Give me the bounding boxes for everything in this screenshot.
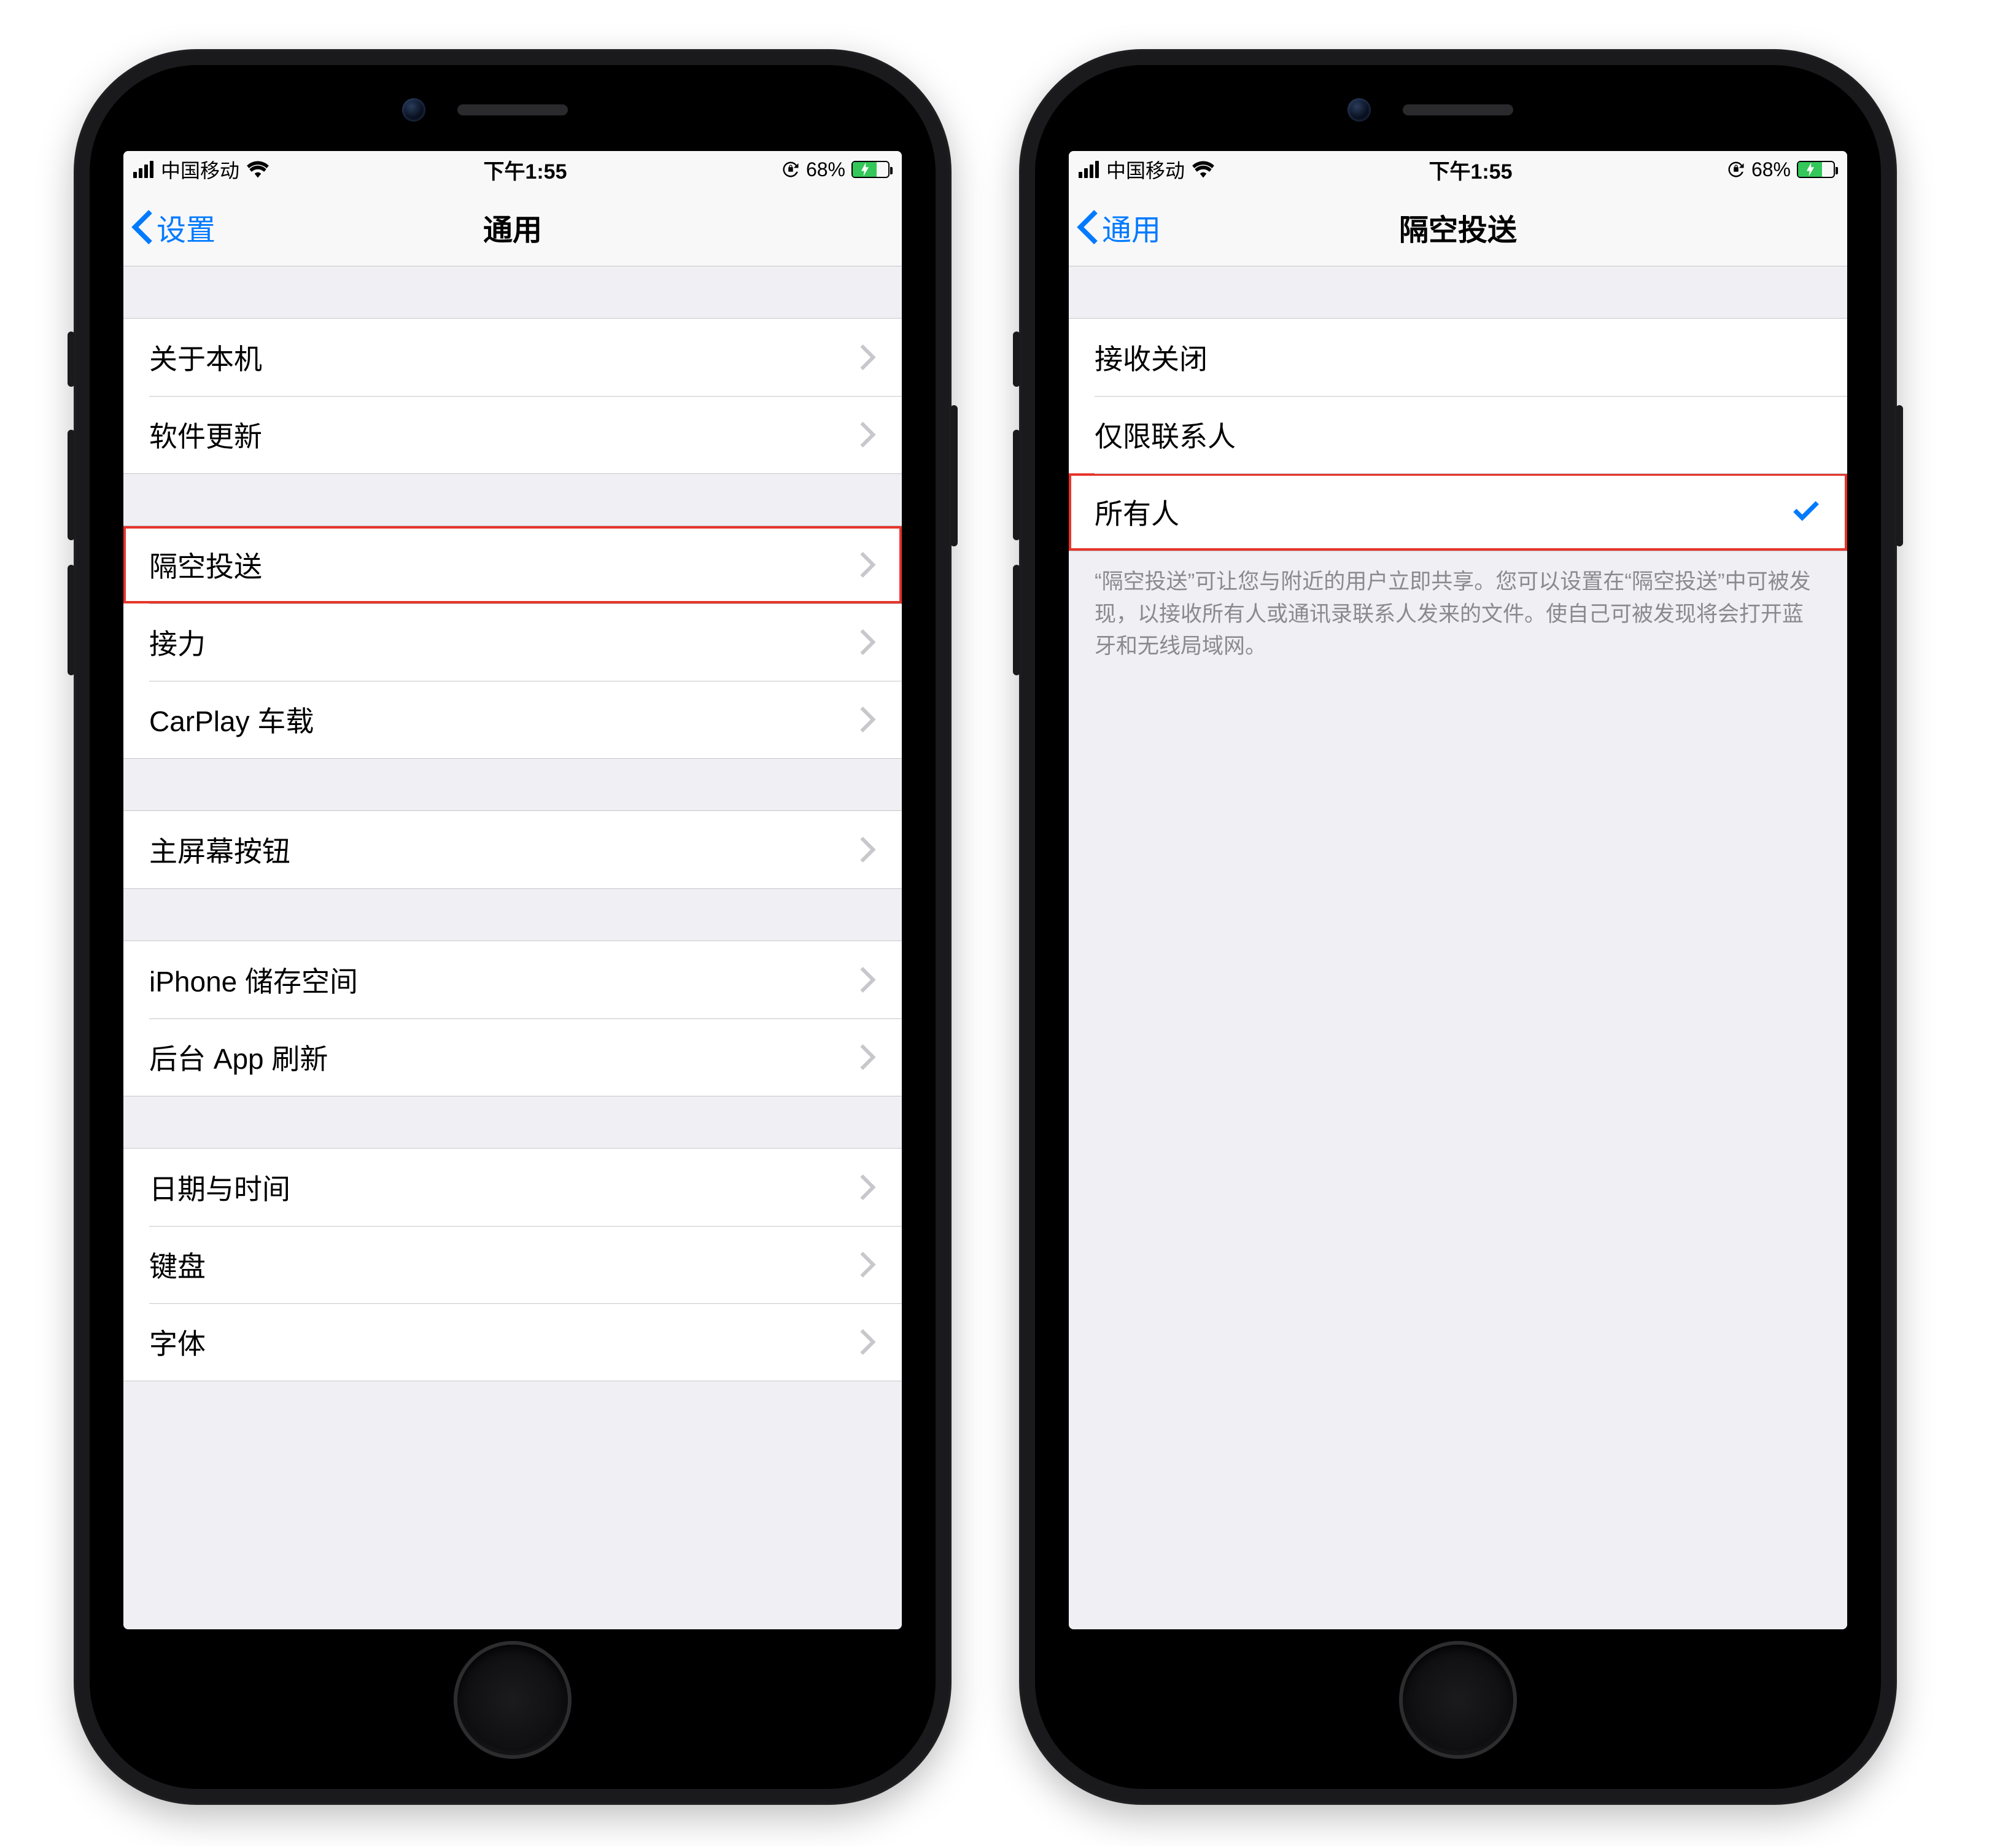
carrier-label: 中国移动 bbox=[1106, 155, 1185, 184]
status-time: 下午1:55 bbox=[483, 155, 567, 185]
chevron-right-icon bbox=[860, 552, 876, 578]
page-title: 隔空投送 bbox=[1399, 206, 1517, 249]
home-button[interactable] bbox=[1403, 1645, 1513, 1755]
battery-fill bbox=[853, 162, 877, 177]
row-about[interactable]: 关于本机 bbox=[123, 319, 902, 396]
row-label: 主屏幕按钮 bbox=[149, 829, 290, 870]
checkmark-icon bbox=[1791, 497, 1821, 527]
chevron-right-icon bbox=[860, 1044, 876, 1070]
row-receiving-off[interactable]: 接收关闭 bbox=[1069, 319, 1847, 396]
screen-airdrop-settings: 中国移动 下午1:55 68% bbox=[1069, 151, 1847, 1629]
status-bar: 中国移动 下午1:55 68% bbox=[1069, 151, 1847, 188]
wifi-icon bbox=[247, 161, 269, 178]
chevron-right-icon bbox=[860, 837, 876, 863]
chevron-right-icon bbox=[860, 967, 876, 993]
wifi-icon bbox=[1192, 161, 1214, 178]
row-label: 关于本机 bbox=[149, 337, 262, 378]
row-label: 软件更新 bbox=[149, 414, 262, 455]
airdrop-options: 接收关闭仅限联系人所有人 “隔空投送”可让您与附近的用户立即共享。您可以设置在“… bbox=[1069, 266, 1847, 1629]
row-label: 仅限联系人 bbox=[1095, 414, 1236, 455]
chevron-right-icon bbox=[860, 1252, 876, 1278]
nav-bar: 通用 隔空投送 bbox=[1069, 188, 1847, 266]
settings-list[interactable]: 关于本机软件更新隔空投送接力 CarPlay 车载主屏幕按钮 iPhone 储存空间… bbox=[123, 266, 902, 1629]
nav-bar: 设置 通用 bbox=[123, 188, 902, 266]
back-label: 设置 bbox=[157, 206, 215, 249]
rotation-lock-icon bbox=[1727, 160, 1745, 179]
screen-general-settings: 中国移动 下午1:55 68% bbox=[123, 151, 902, 1629]
volume-up-button[interactable] bbox=[68, 430, 75, 540]
charging-bolt-icon bbox=[1806, 163, 1815, 176]
chevron-right-icon bbox=[860, 422, 876, 448]
phone-sensors bbox=[1403, 104, 1513, 115]
rotation-lock-icon bbox=[781, 160, 800, 179]
row-label: 隔空投送 bbox=[149, 545, 262, 585]
battery-icon bbox=[1797, 161, 1835, 178]
phone-left: 中国移动 下午1:55 68% bbox=[74, 49, 952, 1805]
phone-right: 中国移动 下午1:55 68% bbox=[1019, 49, 1897, 1805]
charging-bolt-icon bbox=[861, 163, 869, 176]
chevron-left-icon bbox=[130, 210, 154, 244]
row-home-button[interactable]: 主屏幕按钮 bbox=[123, 811, 902, 888]
cellular-signal-icon bbox=[133, 161, 153, 178]
row-everyone[interactable]: 所有人 bbox=[1069, 473, 1847, 551]
chevron-left-icon bbox=[1075, 210, 1099, 244]
row-background-refresh[interactable]: 后台 App 刷新 bbox=[123, 1018, 902, 1096]
row-label: 后台 App 刷新 bbox=[149, 1037, 328, 1077]
row-date-time[interactable]: 日期与时间 bbox=[123, 1149, 902, 1226]
row-keyboard[interactable]: 键盘 bbox=[123, 1226, 902, 1303]
row-label: 日期与时间 bbox=[149, 1167, 290, 1208]
power-button[interactable] bbox=[950, 405, 958, 546]
volume-down-button[interactable] bbox=[1013, 565, 1020, 675]
row-label: CarPlay 车载 bbox=[149, 699, 314, 740]
battery-percent-label: 68% bbox=[1751, 158, 1791, 181]
battery-fill bbox=[1798, 162, 1822, 177]
row-carplay[interactable]: CarPlay 车载 bbox=[123, 681, 902, 758]
power-button[interactable] bbox=[1896, 405, 1903, 546]
chevron-right-icon bbox=[860, 1174, 876, 1200]
front-camera-icon bbox=[402, 98, 425, 122]
row-storage[interactable]: iPhone 储存空间 bbox=[123, 941, 902, 1018]
row-airdrop[interactable]: 隔空投送 bbox=[123, 526, 902, 603]
back-button[interactable]: 通用 bbox=[1075, 188, 1161, 266]
page-title: 通用 bbox=[483, 206, 542, 249]
battery-icon bbox=[851, 161, 890, 178]
row-label: 字体 bbox=[149, 1322, 206, 1362]
row-handoff[interactable]: 接力 bbox=[123, 603, 902, 681]
phone-sensors bbox=[457, 104, 568, 115]
home-button[interactable] bbox=[457, 1645, 568, 1755]
speaker-grill-icon bbox=[1403, 104, 1513, 115]
row-contacts-only[interactable]: 仅限联系人 bbox=[1069, 396, 1847, 473]
row-software-update[interactable]: 软件更新 bbox=[123, 396, 902, 473]
mute-switch[interactable] bbox=[1013, 332, 1020, 387]
row-label: 键盘 bbox=[149, 1244, 206, 1285]
speaker-grill-icon bbox=[457, 104, 568, 115]
chevron-right-icon bbox=[860, 344, 876, 370]
volume-up-button[interactable] bbox=[1013, 430, 1020, 540]
status-time: 下午1:55 bbox=[1429, 155, 1512, 185]
chevron-right-icon bbox=[860, 629, 876, 655]
row-label: 所有人 bbox=[1095, 492, 1179, 532]
back-button[interactable]: 设置 bbox=[130, 188, 215, 266]
front-camera-icon bbox=[1347, 98, 1371, 122]
chevron-right-icon bbox=[860, 707, 876, 732]
cellular-signal-icon bbox=[1079, 161, 1099, 178]
status-bar: 中国移动 下午1:55 68% bbox=[123, 151, 902, 188]
mute-switch[interactable] bbox=[68, 332, 75, 387]
battery-percent-label: 68% bbox=[806, 158, 845, 181]
chevron-right-icon bbox=[860, 1329, 876, 1355]
footer-note: “隔空投送”可让您与附近的用户立即共享。您可以设置在“隔空投送”中可被发现，以接… bbox=[1069, 551, 1847, 678]
row-label: 接力 bbox=[149, 622, 206, 662]
volume-down-button[interactable] bbox=[68, 565, 75, 675]
row-fonts[interactable]: 字体 bbox=[123, 1303, 902, 1381]
back-label: 通用 bbox=[1102, 206, 1161, 249]
row-label: 接收关闭 bbox=[1095, 337, 1208, 378]
carrier-label: 中国移动 bbox=[161, 155, 239, 184]
row-label: iPhone 储存空间 bbox=[149, 960, 358, 1000]
